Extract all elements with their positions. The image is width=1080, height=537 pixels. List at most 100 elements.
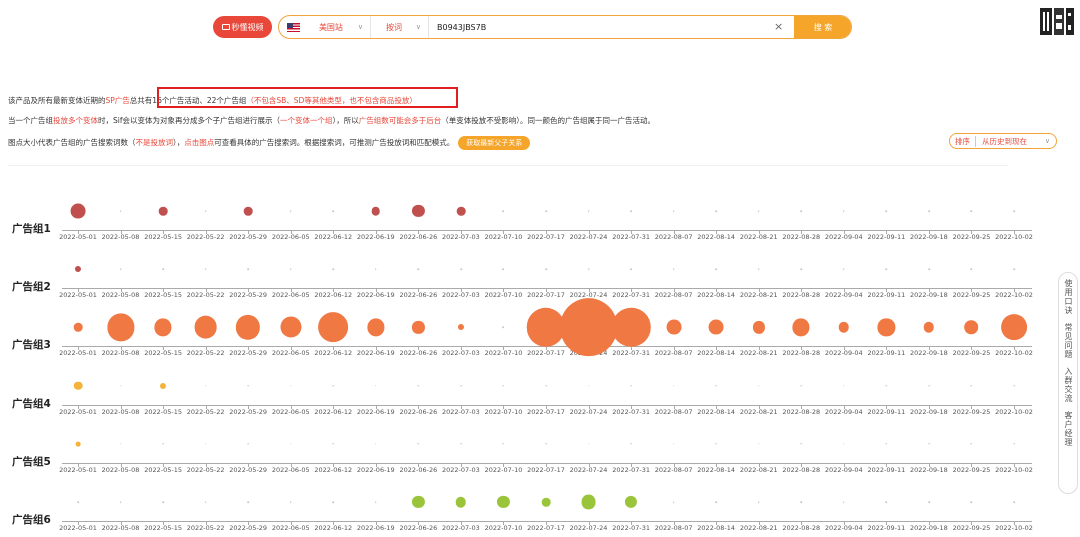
- ad-group-point[interactable]: [1013, 268, 1015, 270]
- ad-group-point[interactable]: [630, 210, 632, 212]
- ad-group-point[interactable]: [792, 318, 810, 336]
- ad-group-point[interactable]: [194, 316, 217, 339]
- ad-group-point[interactable]: [630, 384, 632, 387]
- ad-group-point[interactable]: [800, 443, 803, 445]
- ad-group-point[interactable]: [928, 268, 930, 270]
- asin-search-input[interactable]: [437, 16, 772, 38]
- ad-group-point[interactable]: [289, 501, 292, 503]
- ad-group-point[interactable]: [923, 322, 935, 333]
- ad-group-point[interactable]: [332, 443, 335, 445]
- ad-group-point[interactable]: [757, 501, 760, 503]
- ad-group-point[interactable]: [1013, 210, 1015, 212]
- ad-group-point[interactable]: [928, 384, 930, 387]
- ad-group-point[interactable]: [280, 316, 302, 338]
- ad-group-point[interactable]: [375, 268, 377, 270]
- ad-group-point[interactable]: [757, 443, 760, 445]
- ad-group-point[interactable]: [843, 443, 845, 445]
- ad-group-point[interactable]: [77, 501, 79, 503]
- ad-group-point[interactable]: [289, 268, 292, 270]
- ad-group-point[interactable]: [375, 384, 377, 387]
- ad-group-point[interactable]: [457, 324, 464, 331]
- ad-group-point[interactable]: [497, 495, 510, 509]
- ad-group-point[interactable]: [289, 384, 292, 387]
- ad-group-point[interactable]: [964, 320, 979, 335]
- ad-group-point[interactable]: [885, 501, 888, 503]
- ad-group-point[interactable]: [970, 268, 973, 270]
- ad-group-point[interactable]: [460, 268, 462, 270]
- ad-group-point[interactable]: [672, 210, 675, 212]
- ad-group-point[interactable]: [247, 268, 249, 270]
- ad-group-point[interactable]: [455, 496, 467, 508]
- ad-group-point[interactable]: [800, 268, 803, 270]
- ad-group-point[interactable]: [715, 384, 717, 387]
- ad-group-point[interactable]: [545, 210, 547, 212]
- ad-group-point[interactable]: [877, 318, 895, 336]
- ad-group-point[interactable]: [672, 384, 675, 387]
- ad-group-point[interactable]: [970, 384, 973, 387]
- ad-group-point[interactable]: [885, 210, 888, 212]
- sort-select[interactable]: 排序 从历史到现在 ∨: [949, 133, 1057, 149]
- ad-group-point[interactable]: [456, 206, 466, 216]
- ad-group-point[interactable]: [625, 495, 638, 509]
- ad-group-point[interactable]: [1013, 384, 1015, 387]
- ad-group-point[interactable]: [502, 210, 505, 212]
- ad-group-point[interactable]: [1013, 443, 1015, 445]
- qr-avatar-icon[interactable]: [1038, 5, 1076, 39]
- ad-group-point[interactable]: [757, 384, 760, 387]
- ad-group-point[interactable]: [672, 268, 675, 270]
- ad-group-point[interactable]: [611, 308, 651, 347]
- ad-group-point[interactable]: [204, 501, 207, 503]
- ad-group-point[interactable]: [587, 443, 590, 445]
- ad-group-point[interactable]: [843, 384, 845, 387]
- ad-group-point[interactable]: [587, 268, 590, 270]
- ad-group-point[interactable]: [928, 443, 930, 445]
- ad-group-point[interactable]: [502, 326, 505, 329]
- ad-group-point[interactable]: [162, 443, 164, 445]
- ad-group-point[interactable]: [119, 384, 122, 387]
- ad-group-point[interactable]: [928, 210, 930, 212]
- ad-group-point[interactable]: [119, 443, 122, 445]
- ad-group-point[interactable]: [630, 268, 632, 270]
- ad-group-point[interactable]: [154, 318, 172, 336]
- ad-group-point[interactable]: [70, 203, 86, 219]
- ad-group-point[interactable]: [204, 268, 207, 270]
- ad-group-point[interactable]: [502, 443, 505, 445]
- ad-group-point[interactable]: [73, 323, 83, 332]
- ad-group-point[interactable]: [247, 384, 249, 387]
- ad-group-point[interactable]: [119, 268, 122, 270]
- ad-group-point[interactable]: [970, 501, 973, 503]
- ad-group-point[interactable]: [666, 319, 682, 335]
- ad-group-point[interactable]: [158, 206, 168, 216]
- ad-group-point[interactable]: [800, 210, 803, 212]
- ad-group-point[interactable]: [332, 384, 335, 387]
- ad-group-point[interactable]: [885, 268, 888, 270]
- ad-group-point[interactable]: [106, 313, 135, 341]
- ad-group-point[interactable]: [545, 268, 547, 270]
- clear-icon[interactable]: ×: [774, 20, 783, 33]
- ad-group-point[interactable]: [375, 443, 377, 445]
- ad-group-point[interactable]: [417, 268, 420, 270]
- ad-group-point[interactable]: [545, 384, 547, 387]
- search-button[interactable]: 搜 索: [794, 16, 851, 38]
- ad-group-point[interactable]: [502, 384, 505, 387]
- ad-group-point[interactable]: [412, 204, 425, 218]
- mode-select[interactable]: 按词 ∨: [371, 16, 429, 38]
- ad-group-point[interactable]: [559, 298, 618, 357]
- ad-group-point[interactable]: [375, 501, 377, 503]
- ad-group-point[interactable]: [545, 443, 547, 445]
- ad-group-point[interactable]: [73, 381, 83, 390]
- ad-group-point[interactable]: [119, 210, 122, 212]
- ad-group-point[interactable]: [318, 312, 349, 343]
- ad-group-point[interactable]: [75, 441, 81, 447]
- ad-group-point[interactable]: [970, 210, 973, 212]
- ad-group-point[interactable]: [715, 443, 717, 445]
- ad-group-point[interactable]: [162, 268, 164, 270]
- ad-group-point[interactable]: [119, 501, 122, 503]
- ad-group-point[interactable]: [581, 494, 596, 510]
- ad-group-point[interactable]: [843, 501, 845, 503]
- side-item-join-group[interactable]: 入群交流: [1063, 367, 1073, 403]
- ad-group-point[interactable]: [757, 268, 760, 270]
- ad-group-point[interactable]: [247, 501, 249, 503]
- ad-group-point[interactable]: [74, 266, 82, 273]
- ad-group-point[interactable]: [838, 322, 850, 333]
